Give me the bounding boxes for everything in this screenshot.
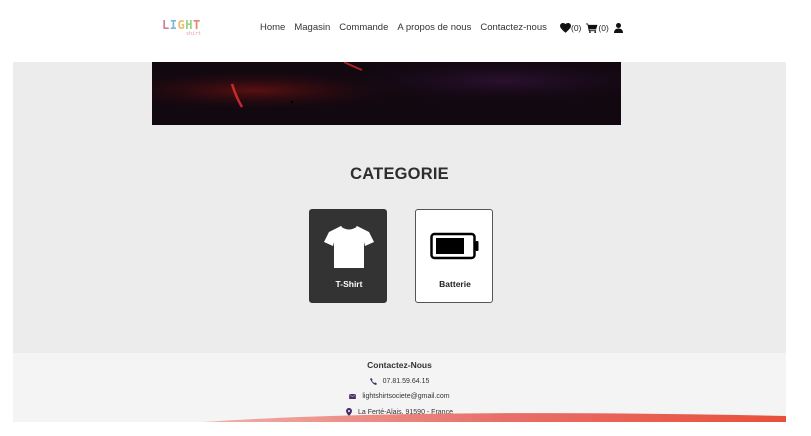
user-icon — [613, 23, 623, 33]
cart-button[interactable]: (0) — [586, 20, 609, 36]
banner-image — [152, 62, 621, 125]
footer-email: lightshirtsociete@gmail.com — [13, 393, 786, 400]
footer-title: Contactez-Nous — [367, 360, 432, 370]
footer-phone: 07.81.59.64.15 — [13, 378, 786, 385]
account-button[interactable] — [613, 23, 623, 33]
logo[interactable]: LIGHT shirt — [162, 19, 206, 38]
phone-icon — [369, 378, 377, 385]
envelope-icon — [349, 394, 357, 399]
wishlist-count: (0) — [571, 23, 582, 33]
nav-commande[interactable]: Commande — [339, 20, 388, 36]
hero-banner — [152, 62, 621, 125]
footer-phone-text[interactable]: 07.81.59.64.15 — [383, 378, 430, 385]
site-header: LIGHT shirt Home Magasin Commande A prop… — [0, 0, 811, 62]
cart-count: (0) — [598, 23, 609, 33]
nav-a-propos[interactable]: A propos de nous — [397, 20, 471, 36]
category-card-tshirt[interactable]: T-Shirt — [309, 209, 387, 303]
category-label-batterie: Batterie — [439, 279, 471, 289]
category-label-tshirt: T-Shirt — [335, 279, 363, 289]
main-section: CATEGORIE T-Shirt Batterie — [13, 62, 786, 353]
header-icons: (0) (0) — [560, 20, 628, 36]
wishlist-button[interactable]: (0) — [560, 20, 581, 36]
heart-icon — [560, 23, 571, 33]
footer-wave — [203, 413, 786, 422]
site-footer: Contactez-Nous 07.81.59.64.15 lightshirt… — [13, 353, 786, 422]
logo-subtext: shirt — [186, 31, 202, 37]
tshirt-icon — [324, 225, 374, 268]
category-card-batterie[interactable]: Batterie — [415, 209, 493, 303]
nav-home[interactable]: Home — [260, 20, 285, 36]
category-title: CATEGORIE — [350, 165, 449, 183]
battery-icon — [430, 232, 479, 260]
footer-email-text[interactable]: lightshirtsociete@gmail.com — [362, 393, 449, 400]
main-nav: Home Magasin Commande A propos de nous C… — [260, 20, 556, 36]
nav-contact[interactable]: Contactez-nous — [480, 20, 547, 36]
cart-icon — [586, 23, 598, 33]
nav-magasin[interactable]: Magasin — [294, 20, 330, 36]
